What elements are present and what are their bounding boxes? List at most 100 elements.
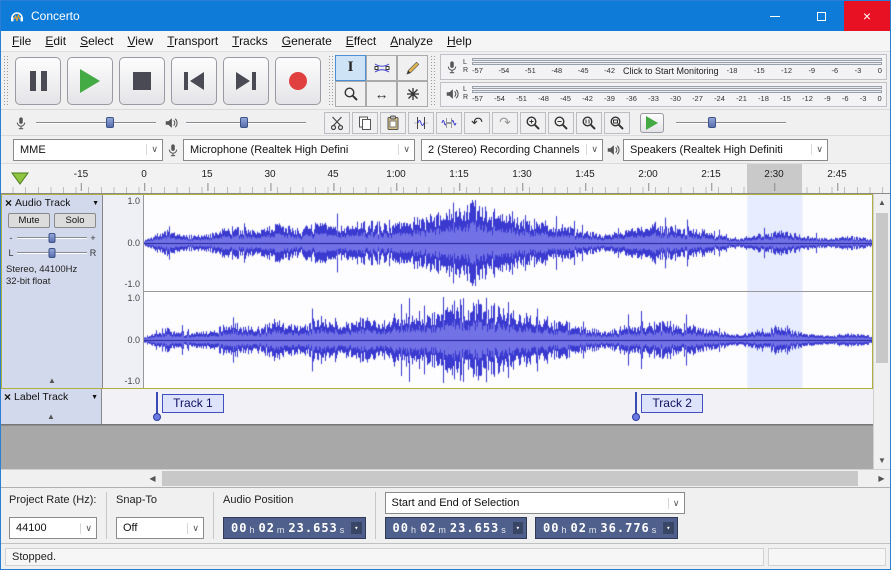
stop-button[interactable] <box>119 56 165 105</box>
playback-volume-thumb[interactable] <box>239 116 248 128</box>
selection-tool-button[interactable]: I <box>335 54 366 81</box>
zoom-tool-button[interactable] <box>335 80 366 107</box>
audio-host-select[interactable]: MME ∨ <box>13 138 163 161</box>
scroll-left-button[interactable]: ◀ <box>144 470 161 487</box>
label-track-collapse-button[interactable]: ▲ <box>1 410 101 424</box>
maximize-button[interactable] <box>798 1 844 31</box>
menu-item-view[interactable]: View <box>120 32 160 50</box>
mute-button[interactable]: Mute <box>8 213 50 228</box>
minimize-button[interactable] <box>752 1 798 31</box>
recording-meter[interactable]: LR -57 -54 -51 -48 -45 -42 Click to Start Mon… <box>440 54 887 80</box>
multi-tool-button[interactable] <box>397 80 428 107</box>
play-speed-slider[interactable] <box>676 116 786 130</box>
pause-button[interactable] <box>15 56 61 105</box>
toolbar-gripper[interactable] <box>3 55 8 106</box>
waveform-channel-left[interactable] <box>144 195 872 291</box>
menu-item-analyze[interactable]: Analyze <box>383 32 440 50</box>
horizontal-scroll-thumb[interactable] <box>162 471 858 486</box>
audio-track-title[interactable]: Audio Track <box>15 197 70 209</box>
scroll-right-button[interactable]: ▶ <box>873 470 890 487</box>
menu-item-select[interactable]: Select <box>73 32 120 50</box>
chevron-down-icon[interactable]: ▾ <box>512 522 523 534</box>
chevron-down-icon[interactable]: ▾ <box>663 522 674 534</box>
audio-track-collapse-button[interactable]: ▲ <box>2 374 102 388</box>
label-handle[interactable] <box>632 413 641 421</box>
timeline-pin-icon[interactable] <box>11 172 29 185</box>
scroll-down-button[interactable]: ▼ <box>874 452 890 469</box>
close-button[interactable]: × <box>844 1 890 31</box>
menu-item-tracks[interactable]: Tracks <box>225 32 275 50</box>
play-speed-thumb[interactable] <box>708 116 717 128</box>
selection-start-display[interactable]: 00 h 02 m 23.653 s ▾ <box>384 517 527 539</box>
silence-audio-button[interactable] <box>436 111 462 134</box>
time-shift-tool-button[interactable]: ↔ <box>366 80 397 107</box>
label-handle[interactable] <box>153 413 162 421</box>
menu-item-help[interactable]: Help <box>440 32 479 50</box>
scroll-up-button[interactable]: ▲ <box>874 194 890 211</box>
vertical-scrollbar[interactable]: ▲ ▼ <box>873 194 890 469</box>
paste-button[interactable] <box>380 111 406 134</box>
menu-item-edit[interactable]: Edit <box>38 32 73 50</box>
play-button[interactable] <box>67 56 113 105</box>
menu-item-transport[interactable]: Transport <box>160 32 225 50</box>
snap-to-select[interactable]: Off ∨ <box>116 517 204 539</box>
playback-device-select[interactable]: Speakers (Realtek High Definiti ∨ <box>623 138 828 161</box>
play-at-speed-button[interactable] <box>640 112 664 133</box>
vertical-scale-ruler[interactable]: 1.0 0.0 -1.0 1.0 0.0 -1.0 <box>103 195 144 388</box>
horizontal-scroll-track[interactable] <box>161 470 873 487</box>
waveform-channel-right[interactable] <box>144 292 872 388</box>
vertical-scroll-track[interactable] <box>874 211 890 452</box>
cut-button[interactable] <box>324 111 350 134</box>
envelope-tool-button[interactable] <box>366 54 397 81</box>
pan-slider-thumb[interactable] <box>48 247 56 258</box>
label-text[interactable]: Track 1 <box>162 394 224 413</box>
redo-button[interactable]: ↷ <box>492 111 518 134</box>
timeline-ruler[interactable]: -15 0 15 30 45 1:00 1:15 1:30 1:45 2:00 2:15 2:30 2:… <box>1 164 890 194</box>
label-track-content[interactable]: Track 1 Track 2 <box>102 389 873 424</box>
audio-track-close-button[interactable]: × <box>5 197 12 209</box>
draw-tool-button[interactable] <box>397 54 428 81</box>
horizontal-scrollbar[interactable]: ◀ ▶ <box>144 470 890 487</box>
playback-volume-slider[interactable] <box>186 116 306 130</box>
solo-button[interactable]: Solo <box>54 213 96 228</box>
undo-button[interactable]: ↶ <box>464 111 490 134</box>
audio-track-menu-icon[interactable]: ▼ <box>92 200 99 207</box>
gain-slider-thumb[interactable] <box>48 232 56 243</box>
zoom-in-icon <box>526 115 540 130</box>
label-track-close-button[interactable]: × <box>4 391 11 403</box>
selection-end-display[interactable]: 00 h 02 m 36.776 s ▾ <box>535 517 678 539</box>
project-rate-select[interactable]: 44100 ∨ <box>9 517 97 539</box>
label-text[interactable]: Track 2 <box>641 394 703 413</box>
copy-button[interactable] <box>352 111 378 134</box>
toolbar-gripper[interactable] <box>328 55 333 106</box>
recording-volume-thumb[interactable] <box>106 116 115 128</box>
recording-volume-slider[interactable] <box>36 116 156 130</box>
gain-slider[interactable] <box>17 232 87 244</box>
recording-channels-select[interactable]: 2 (Stereo) Recording Channels ∨ <box>421 138 603 161</box>
empty-track-area[interactable] <box>1 425 873 469</box>
toolbar-gripper[interactable] <box>430 55 435 106</box>
menu-item-effect[interactable]: Effect <box>339 32 383 50</box>
selection-mode-select[interactable]: Start and End of Selection ∨ <box>384 492 685 514</box>
trim-audio-button[interactable] <box>408 111 434 134</box>
toolbar-row-2: ↶ ↷ <box>1 110 890 136</box>
fit-project-button[interactable] <box>604 111 630 134</box>
skip-to-end-button[interactable] <box>223 56 269 105</box>
zoom-out-button[interactable] <box>548 111 574 134</box>
playback-meter[interactable]: LR -57 -54 -51 -48 -45 -42 -39 -36 -33 -30 -27 -24-… <box>440 81 887 107</box>
monitor-hint-text[interactable]: Click to Start Monitoring <box>615 66 727 76</box>
menu-item-generate[interactable]: Generate <box>275 32 339 50</box>
menu-item-file[interactable]: File <box>5 32 38 50</box>
skip-to-start-button[interactable] <box>171 56 217 105</box>
zoom-in-button[interactable] <box>520 111 546 134</box>
fit-selection-icon <box>582 115 596 130</box>
label-track-title[interactable]: Label Track <box>14 391 68 403</box>
audio-position-display[interactable]: 00 h 02 m 23.653 s ▾ <box>223 517 366 539</box>
recording-device-select[interactable]: Microphone (Realtek High Defini ∨ <box>183 138 415 161</box>
vertical-scroll-thumb[interactable] <box>876 213 888 363</box>
fit-selection-button[interactable] <box>576 111 602 134</box>
label-track-menu-icon[interactable]: ▼ <box>91 394 98 401</box>
record-button[interactable] <box>275 56 321 105</box>
chevron-down-icon[interactable]: ▾ <box>351 522 362 534</box>
pan-slider[interactable] <box>17 247 87 259</box>
